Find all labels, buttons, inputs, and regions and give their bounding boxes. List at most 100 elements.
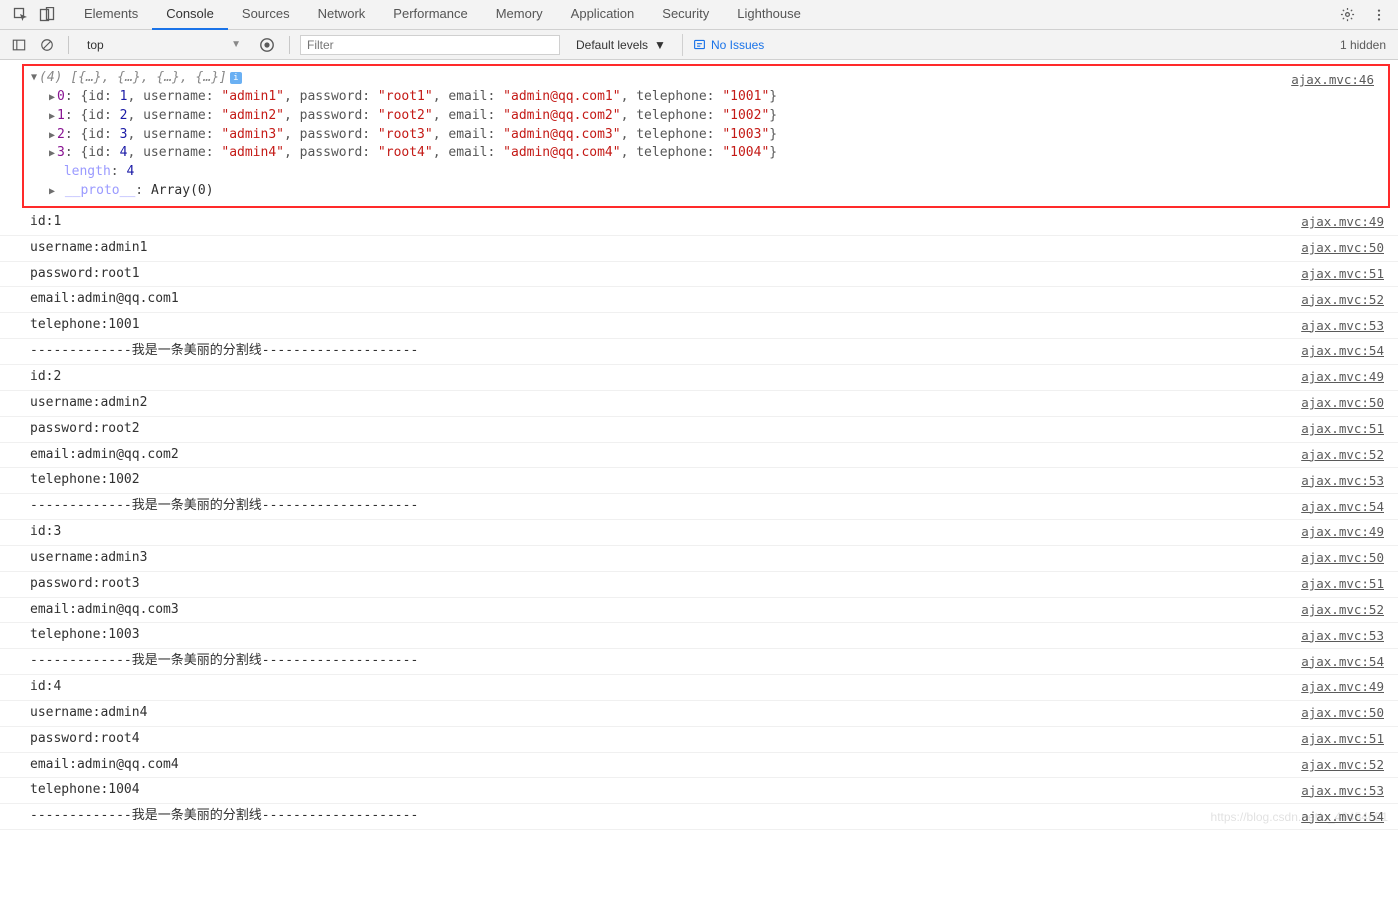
log-message: password:root3 — [30, 575, 140, 594]
issues-button[interactable]: No Issues — [682, 34, 774, 56]
log-message: -------------我是一条美丽的分割线-----------------… — [30, 652, 418, 671]
log-message: id:2 — [30, 368, 61, 387]
device-toggle-icon[interactable] — [34, 2, 60, 28]
source-link[interactable]: ajax.mvc:49 — [1301, 523, 1384, 541]
source-link[interactable]: ajax.mvc:49 — [1301, 678, 1384, 696]
expand-icon[interactable]: ▶ — [48, 129, 56, 144]
chevron-down-icon: ▼ — [654, 38, 666, 52]
log-line: id:1 ajax.mvc:49 — [0, 210, 1398, 236]
tab-security[interactable]: Security — [648, 0, 723, 30]
log-message: -------------我是一条美丽的分割线-----------------… — [30, 342, 418, 361]
log-line: password:root3 ajax.mvc:51 — [0, 572, 1398, 598]
expand-icon[interactable]: ▼ — [30, 71, 38, 86]
source-link[interactable]: ajax.mvc:51 — [1301, 575, 1384, 593]
array-item[interactable]: ▶1: {id: 2, username: "admin2", password… — [30, 107, 1382, 126]
log-message: username:admin3 — [30, 549, 147, 568]
source-link[interactable]: ajax.mvc:49 — [1301, 368, 1384, 386]
topbar-left — [0, 2, 60, 28]
source-link[interactable]: ajax.mvc:50 — [1301, 394, 1384, 412]
log-line: telephone:1004ajax.mvc:53 — [0, 778, 1398, 804]
more-icon[interactable] — [1366, 2, 1392, 28]
source-link[interactable]: ajax.mvc:54 — [1301, 498, 1384, 516]
log-line: telephone:1002ajax.mvc:53 — [0, 468, 1398, 494]
proto-row[interactable]: ▶ __proto__: Array(0) — [30, 182, 1382, 201]
info-icon[interactable]: i — [230, 72, 242, 84]
log-line: email:admin@qq.com2 ajax.mvc:52 — [0, 443, 1398, 469]
source-link[interactable]: ajax.mvc:52 — [1301, 601, 1384, 619]
log-line: password:root1ajax.mvc:51 — [0, 262, 1398, 288]
tab-lighthouse[interactable]: Lighthouse — [723, 0, 815, 30]
log-message: email:admin@qq.com2 — [30, 446, 179, 465]
log-line-divider: -------------我是一条美丽的分割线-----------------… — [0, 649, 1398, 675]
log-message: password:root4 — [30, 730, 140, 749]
source-link[interactable]: ajax.mvc:53 — [1301, 472, 1384, 490]
source-link[interactable]: ajax.mvc:53 — [1301, 627, 1384, 645]
array-item[interactable]: ▶2: {id: 3, username: "admin3", password… — [30, 126, 1382, 145]
expand-icon[interactable]: ▶ — [48, 91, 56, 106]
source-link[interactable]: ajax.mvc:50 — [1301, 549, 1384, 567]
sidebar-toggle-icon[interactable] — [8, 32, 30, 58]
log-line-divider: -------------我是一条美丽的分割线-----------------… — [0, 494, 1398, 520]
log-message: id:1 — [30, 213, 61, 232]
tab-performance[interactable]: Performance — [379, 0, 481, 30]
settings-icon[interactable] — [1334, 2, 1360, 28]
tab-sources[interactable]: Sources — [228, 0, 304, 30]
clear-console-icon[interactable] — [36, 32, 58, 58]
live-expression-icon[interactable] — [255, 32, 279, 58]
source-link[interactable]: ajax.mvc:54 — [1301, 653, 1384, 671]
source-link[interactable]: ajax.mvc:52 — [1301, 756, 1384, 774]
source-link[interactable]: ajax.mvc:50 — [1301, 704, 1384, 722]
log-message: telephone:1003 — [30, 626, 140, 645]
context-select[interactable]: top ▼ — [79, 34, 249, 56]
array-item[interactable]: ▶3: {id: 4, username: "admin4", password… — [30, 144, 1382, 163]
log-message: email:admin@qq.com3 — [30, 601, 179, 620]
highlighted-array-log: ajax.mvc:46 ▼ (4) [{…}, {…}, {…}, {…}] i… — [22, 64, 1390, 208]
expand-icon[interactable]: ▶ — [48, 110, 56, 125]
expand-icon[interactable]: ▶ — [48, 147, 56, 162]
inspect-icon[interactable] — [8, 2, 34, 28]
source-link[interactable]: ajax.mvc:50 — [1301, 239, 1384, 257]
source-link[interactable]: ajax.mvc:46 — [1291, 72, 1374, 87]
length-row: length: 4 — [30, 163, 1382, 182]
source-link[interactable]: ajax.mvc:54 — [1301, 342, 1384, 360]
tab-memory[interactable]: Memory — [482, 0, 557, 30]
log-message: -------------我是一条美丽的分割线-----------------… — [30, 807, 418, 826]
console-toolbar: top ▼ Default levels ▼ No Issues 1 hidde… — [0, 30, 1398, 60]
log-line-divider: -------------我是一条美丽的分割线-----------------… — [0, 804, 1398, 830]
tab-elements[interactable]: Elements — [70, 0, 152, 30]
tab-application[interactable]: Application — [557, 0, 649, 30]
log-message: id:4 — [30, 678, 61, 697]
source-link[interactable]: ajax.mvc:49 — [1301, 213, 1384, 231]
separator — [289, 36, 290, 54]
watermark: https://blog.csdn.net/u_46454681 — [1211, 809, 1388, 826]
log-message: id:3 — [30, 523, 61, 542]
tab-console[interactable]: Console — [152, 0, 228, 30]
source-link[interactable]: ajax.mvc:53 — [1301, 317, 1384, 335]
filter-input[interactable] — [300, 35, 560, 55]
devtools-tabs: ElementsConsoleSourcesNetworkPerformance… — [70, 0, 815, 30]
log-line-divider: -------------我是一条美丽的分割线-----------------… — [0, 339, 1398, 365]
array-item[interactable]: ▶0: {id: 1, username: "admin1", password… — [30, 88, 1382, 107]
source-link[interactable]: ajax.mvc:52 — [1301, 446, 1384, 464]
log-line: username:admin1ajax.mvc:50 — [0, 236, 1398, 262]
log-levels-select[interactable]: Default levels ▼ — [566, 38, 676, 52]
source-link[interactable]: ajax.mvc:51 — [1301, 420, 1384, 438]
log-line: username:admin4 ajax.mvc:50 — [0, 701, 1398, 727]
array-header[interactable]: ▼ (4) [{…}, {…}, {…}, {…}] i — [30, 69, 1382, 88]
source-link[interactable]: ajax.mvc:53 — [1301, 782, 1384, 800]
hidden-count[interactable]: 1 hidden — [1340, 38, 1390, 52]
log-message: username:admin2 — [30, 394, 147, 413]
log-line: id:2 ajax.mvc:49 — [0, 365, 1398, 391]
source-link[interactable]: ajax.mvc:52 — [1301, 291, 1384, 309]
log-message: username:admin4 — [30, 704, 147, 723]
expand-icon[interactable]: ▶ — [48, 185, 56, 200]
tab-network[interactable]: Network — [304, 0, 380, 30]
log-line: telephone:1001ajax.mvc:53 — [0, 313, 1398, 339]
source-link[interactable]: ajax.mvc:51 — [1301, 265, 1384, 283]
levels-label: Default levels — [576, 38, 648, 52]
log-line: username:admin2 ajax.mvc:50 — [0, 391, 1398, 417]
log-message: -------------我是一条美丽的分割线-----------------… — [30, 497, 418, 516]
log-message: email:admin@qq.com1 — [30, 290, 179, 309]
log-line: id:4 ajax.mvc:49 — [0, 675, 1398, 701]
source-link[interactable]: ajax.mvc:51 — [1301, 730, 1384, 748]
